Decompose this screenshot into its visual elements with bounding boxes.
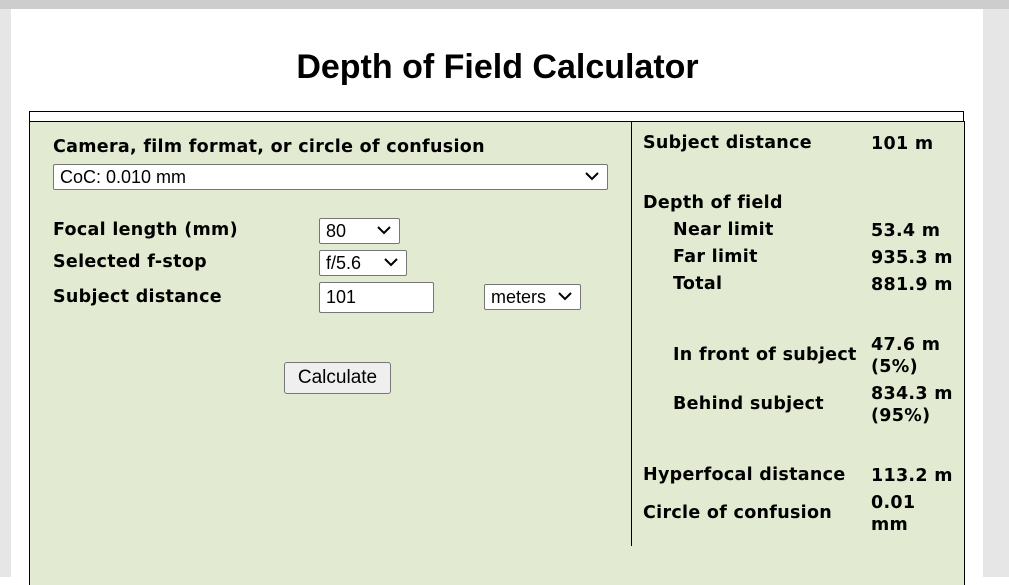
page-title: Depth of Field Calculator — [296, 48, 699, 86]
result-subject-distance-label: Subject distance — [643, 133, 812, 153]
subject-distance-label: Subject distance — [53, 287, 222, 307]
fstop-value: f/5.6 — [326, 252, 362, 273]
hyperfocal-value: 113.2 m — [871, 466, 953, 486]
far-limit-value: 935.3 m — [871, 248, 953, 268]
total-value: 881.9 m — [871, 275, 953, 295]
in-front-distance: 47.6 m — [871, 335, 941, 355]
bottom-panel — [29, 545, 965, 585]
fstop-select[interactable]: f/5.6 — [319, 250, 407, 276]
left-gutter — [0, 9, 11, 577]
total-label: Total — [673, 274, 723, 294]
coc-unit: mm — [871, 515, 909, 535]
chevron-down-icon — [558, 292, 572, 301]
hyperfocal-label: Hyperfocal distance — [643, 465, 846, 485]
chevron-down-icon — [377, 226, 391, 235]
units-select[interactable]: meters — [484, 284, 581, 310]
chevron-down-icon — [384, 258, 398, 267]
chevron-down-icon — [585, 172, 599, 181]
depth-of-field-heading: Depth of field — [643, 193, 783, 213]
near-limit-value: 53.4 m — [871, 221, 941, 241]
browser-top-bar — [0, 0, 1009, 9]
calculate-button[interactable]: Calculate — [284, 362, 391, 394]
focal-length-select[interactable]: 80 — [319, 218, 400, 244]
in-front-label: In front of subject — [673, 345, 857, 365]
focal-length-value: 80 — [326, 220, 347, 241]
fstop-label: Selected f-stop — [53, 252, 207, 272]
circle-of-confusion-value: 0.01 mm — [871, 492, 915, 536]
behind-label: Behind subject — [673, 394, 824, 414]
camera-select[interactable]: CoC: 0.010 mm — [53, 164, 608, 190]
behind-value: 834.3 m (95%) — [871, 383, 953, 427]
behind-distance: 834.3 m — [871, 384, 953, 404]
subject-distance-input[interactable]: 101 — [319, 282, 434, 313]
far-limit-label: Far limit — [673, 247, 758, 267]
coc-number: 0.01 — [871, 493, 916, 513]
behind-percent: (95%) — [871, 406, 931, 426]
in-front-value: 47.6 m (5%) — [871, 334, 940, 378]
panel-divider — [631, 121, 632, 546]
circle-of-confusion-label: Circle of confusion — [643, 503, 833, 523]
scrollbar-track[interactable] — [983, 9, 1009, 577]
camera-label: Camera, film format, or circle of confus… — [53, 137, 485, 157]
camera-select-value: CoC: 0.010 mm — [60, 166, 187, 187]
in-front-percent: (5%) — [871, 357, 918, 377]
units-value: meters — [491, 286, 547, 307]
focal-length-label: Focal length (mm) — [53, 220, 238, 240]
result-subject-distance-value: 101 m — [871, 134, 934, 154]
near-limit-label: Near limit — [673, 220, 774, 240]
